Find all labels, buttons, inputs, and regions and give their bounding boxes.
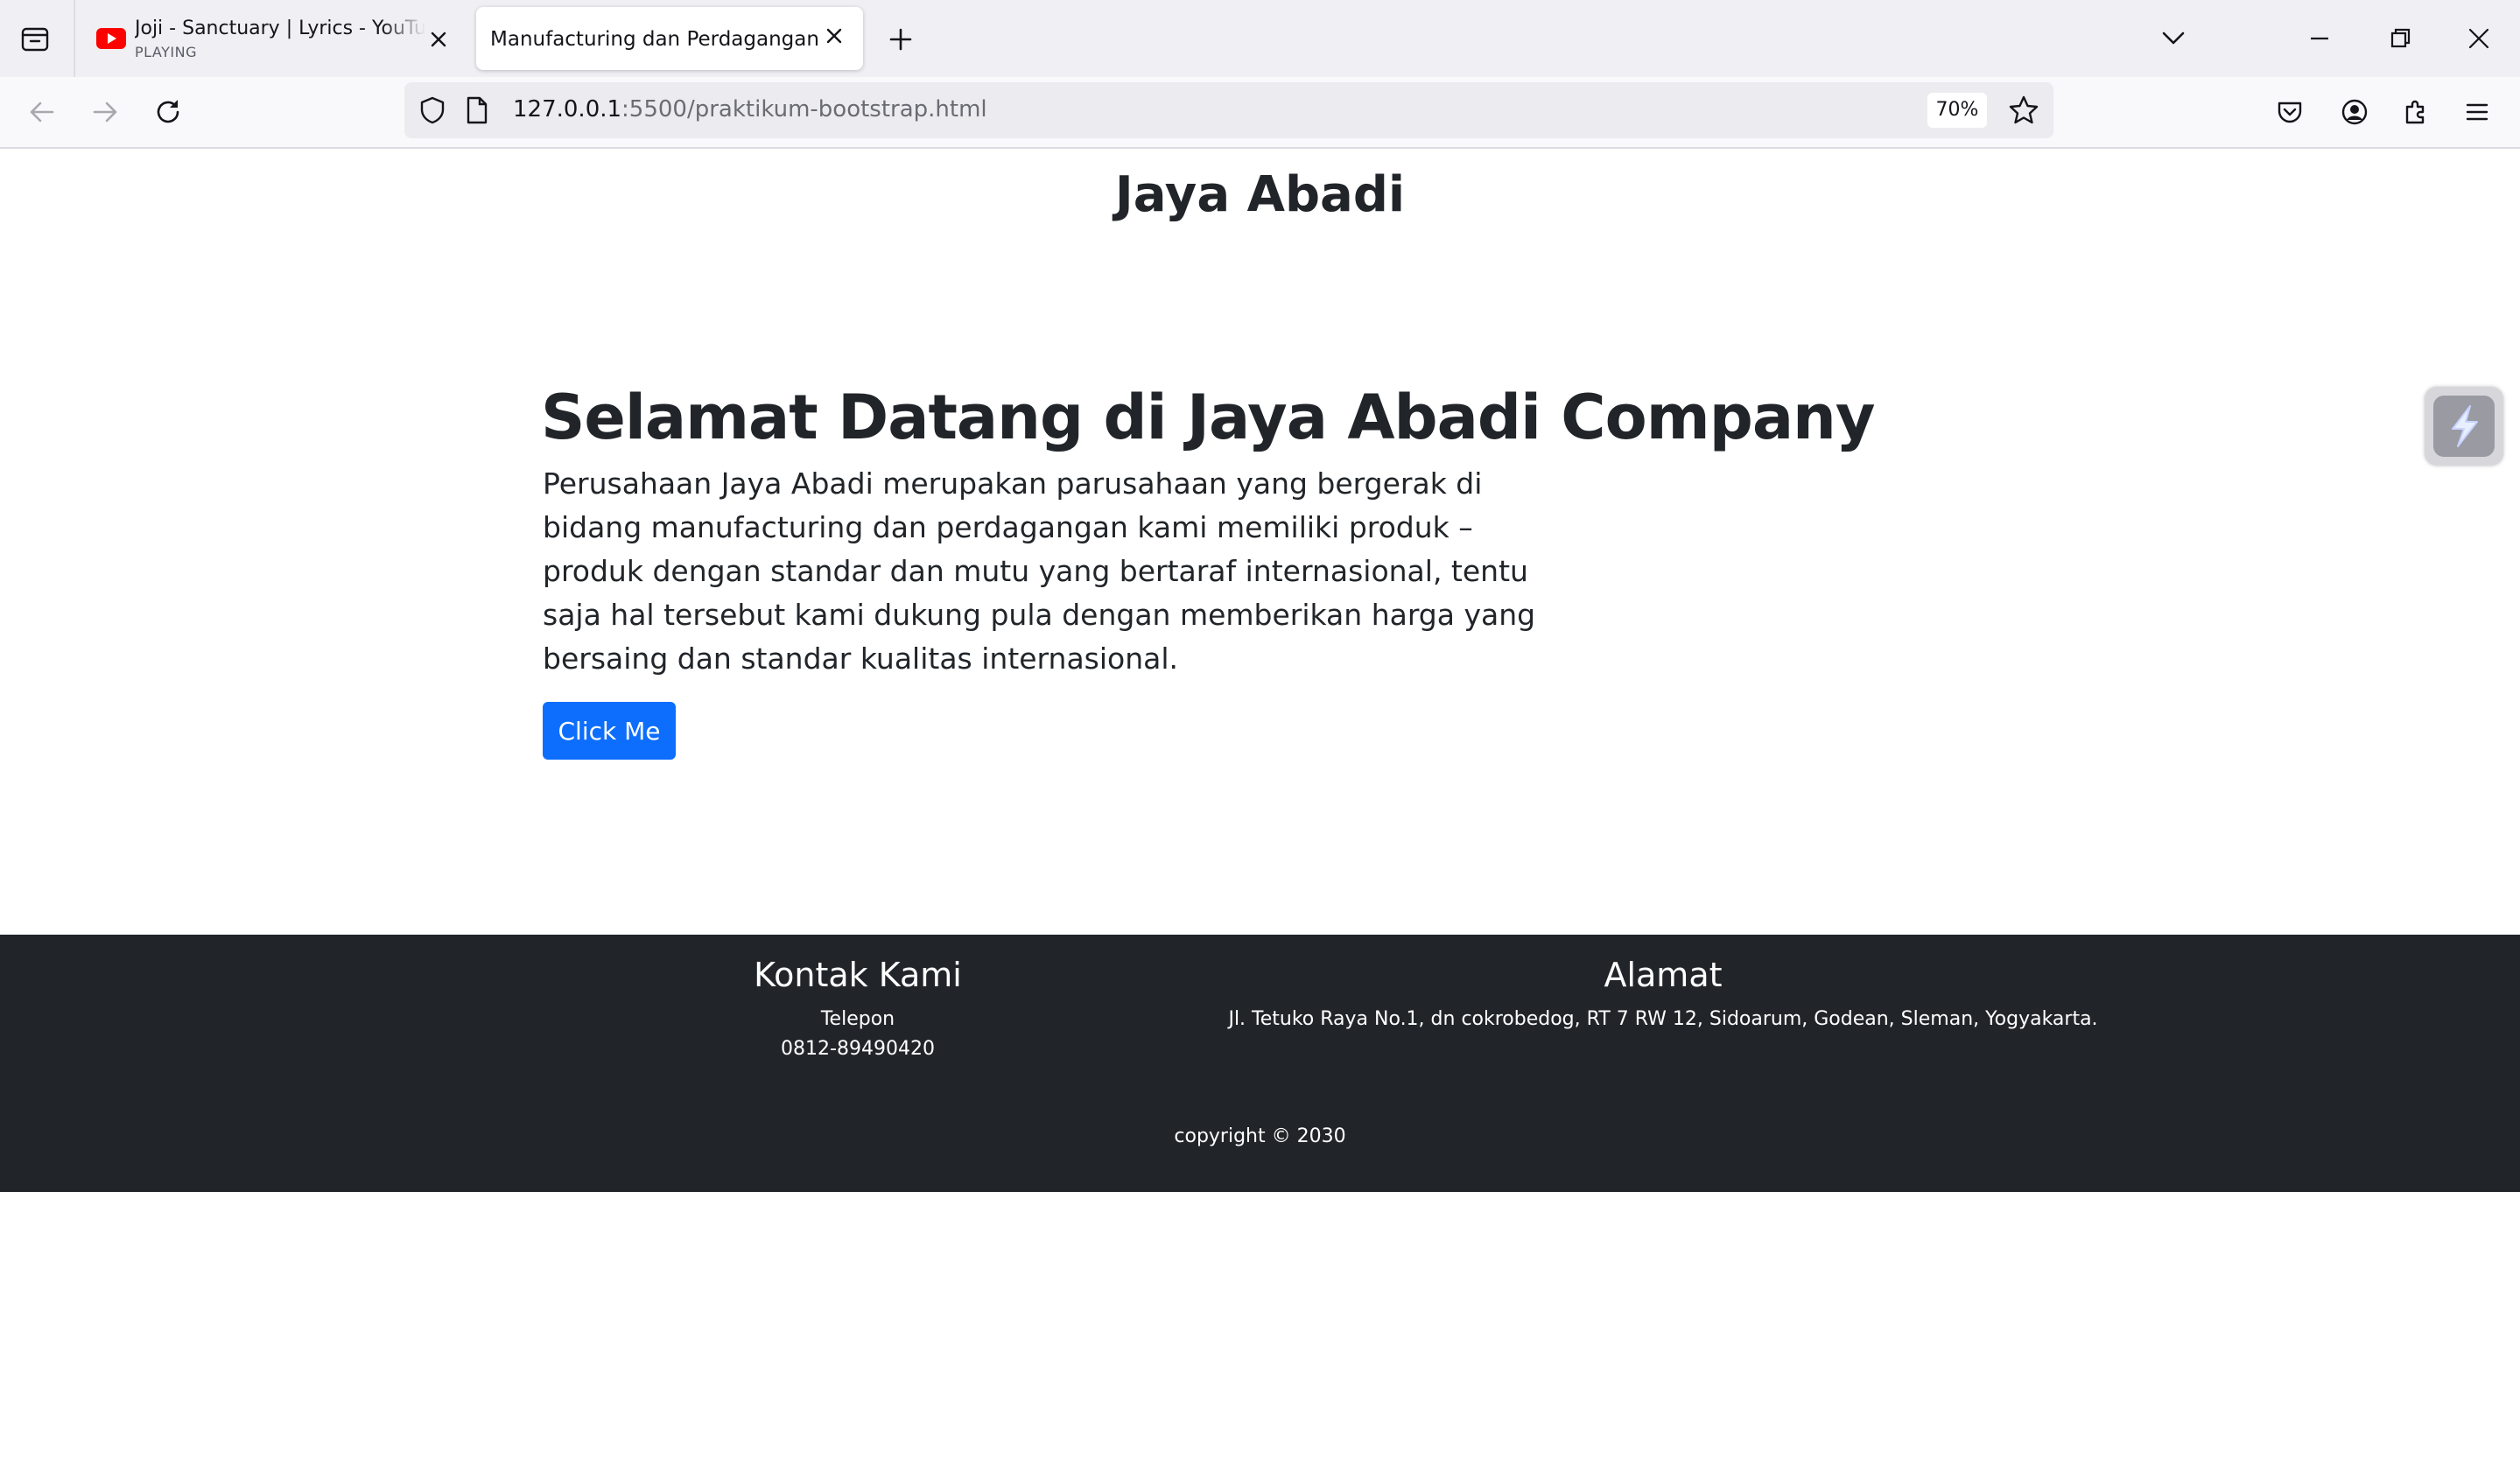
bolt-icon <box>2433 396 2495 457</box>
extensions-icon[interactable] <box>2398 95 2433 130</box>
url-text[interactable]: 127.0.0.1:5500/praktikum-bootstrap.html <box>513 96 987 123</box>
back-arrow-icon[interactable] <box>25 95 60 130</box>
copyright-text: copyright © 2030 <box>1174 1125 1346 1147</box>
bookmark-star-icon[interactable] <box>2006 93 2041 128</box>
chevron-down-icon[interactable] <box>2158 23 2188 53</box>
reload-icon[interactable] <box>151 95 186 130</box>
hero-title: Selamat Datang di Jaya Abadi Company <box>541 382 1876 453</box>
navigation-toolbar: 127.0.0.1:5500/praktikum-bootstrap.html … <box>0 77 2520 149</box>
tab-playing-label: PLAYING <box>135 44 197 60</box>
tab-manufacturing[interactable]: Manufacturing dan Perdagangan <box>476 7 863 70</box>
restore-icon[interactable] <box>2381 21 2419 56</box>
address-text: Jl. Tetuko Raya No.1, dn cokrobedog, RT … <box>1228 1008 2098 1030</box>
url-host: 127.0.0.1 <box>513 96 622 123</box>
close-tab-icon[interactable] <box>823 25 846 47</box>
youtube-icon <box>96 28 126 49</box>
minimize-icon[interactable] <box>2300 21 2339 56</box>
window-close-icon[interactable] <box>2460 21 2498 56</box>
address-bar[interactable]: 127.0.0.1:5500/praktikum-bootstrap.html … <box>404 82 2053 138</box>
address-title: Alamat <box>1604 956 1723 994</box>
page-icon[interactable] <box>464 95 490 126</box>
tab-title: Manufacturing dan Perdagangan <box>490 28 819 51</box>
url-path: :5500/praktikum-bootstrap.html <box>621 96 987 123</box>
new-tab-icon[interactable] <box>884 23 917 56</box>
tab-title: Joji - Sanctuary | Lyrics - YouTube <box>135 18 425 39</box>
tab-separator <box>74 0 75 77</box>
zoom-level-badge[interactable]: 70% <box>1927 93 1987 128</box>
phone-number: 0812-89490420 <box>781 1038 935 1060</box>
contact-title: Kontak Kami <box>754 956 962 994</box>
account-icon[interactable] <box>2337 95 2372 130</box>
menu-icon[interactable] <box>2460 95 2495 130</box>
click-me-button[interactable]: Click Me <box>543 702 676 760</box>
phone-label: Telepon <box>820 1008 895 1030</box>
forward-arrow-icon[interactable] <box>88 95 123 130</box>
hero-description: Perusahaan Jaya Abadi merupakan parusaha… <box>543 466 1536 676</box>
navbar-brand[interactable]: Jaya Abadi <box>0 166 2520 223</box>
footer: Kontak Kami Telepon 0812-89490420 Alamat… <box>0 935 2520 1192</box>
tab-bar: Joji - Sanctuary | Lyrics - YouTube PLAY… <box>0 0 2520 77</box>
pocket-icon[interactable] <box>2272 95 2307 130</box>
tab-manager-icon[interactable] <box>18 21 53 56</box>
close-tab-icon[interactable] <box>427 28 450 51</box>
shield-icon[interactable] <box>417 95 448 126</box>
tab-youtube[interactable]: Joji - Sanctuary | Lyrics - YouTube PLAY… <box>86 7 462 70</box>
side-extension-widget[interactable] <box>2425 387 2503 466</box>
